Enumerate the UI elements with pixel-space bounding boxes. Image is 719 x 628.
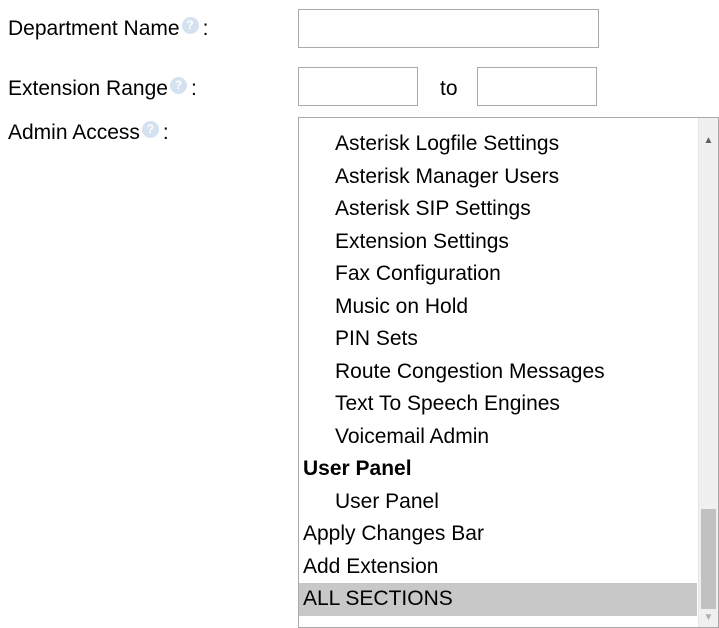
colon: :	[162, 121, 169, 144]
help-icon[interactable]: ?	[169, 76, 187, 94]
list-option[interactable]: PIN Sets	[299, 323, 697, 356]
chevron-up-icon[interactable]: ▲	[699, 132, 718, 150]
department-name-text: Department Name	[8, 17, 180, 40]
list-option[interactable]: Route Congestion Messages	[299, 356, 697, 389]
colon: :	[190, 77, 197, 100]
extension-range-from-input[interactable]	[298, 67, 418, 106]
chevron-down-icon[interactable]: ▼	[699, 609, 718, 627]
list-option[interactable]: Fax Configuration	[299, 258, 697, 291]
list-option[interactable]: Add Extension	[299, 551, 697, 584]
admin-access-listbox[interactable]: Asterisk Logfile Settings Asterisk Manage…	[298, 117, 719, 628]
department-name-label: Department Name ? :	[8, 16, 208, 42]
list-option[interactable]: User Panel	[299, 486, 697, 519]
list-option[interactable]: Voicemail Admin	[299, 421, 697, 454]
list-option[interactable]: Extension Settings	[299, 226, 697, 259]
extension-range-text: Extension Range	[8, 77, 168, 100]
range-to-label: to	[440, 77, 458, 100]
scrollbar-thumb[interactable]	[701, 509, 716, 609]
list-option[interactable]: Apply Changes Bar	[299, 518, 697, 551]
list-group-header: User Panel	[303, 457, 412, 480]
admin-access-text: Admin Access	[8, 121, 140, 144]
department-form: Department Name ? : Extension Range ? : …	[0, 0, 719, 628]
list-option[interactable]: Asterisk Manager Users	[299, 161, 697, 194]
help-icon[interactable]: ?	[181, 16, 199, 34]
extension-range-label: Extension Range ? :	[8, 76, 197, 102]
list-option[interactable]: Text To Speech Engines	[299, 388, 697, 421]
extension-range-to-input[interactable]	[477, 67, 597, 106]
list-option[interactable]: ALL SECTIONS	[299, 583, 697, 616]
admin-access-label: Admin Access ? :	[8, 120, 169, 146]
list-option[interactable]: Asterisk Logfile Settings	[299, 128, 697, 161]
help-icon[interactable]: ?	[141, 120, 159, 138]
list-option[interactable]: Music on Hold	[299, 291, 697, 324]
colon: :	[202, 17, 209, 40]
department-name-input[interactable]	[298, 9, 599, 48]
listbox-scrollbar[interactable]: ▲ ▼	[698, 118, 718, 627]
admin-access-options: Asterisk Logfile Settings Asterisk Manage…	[299, 128, 697, 616]
list-option[interactable]: Asterisk SIP Settings	[299, 193, 697, 226]
